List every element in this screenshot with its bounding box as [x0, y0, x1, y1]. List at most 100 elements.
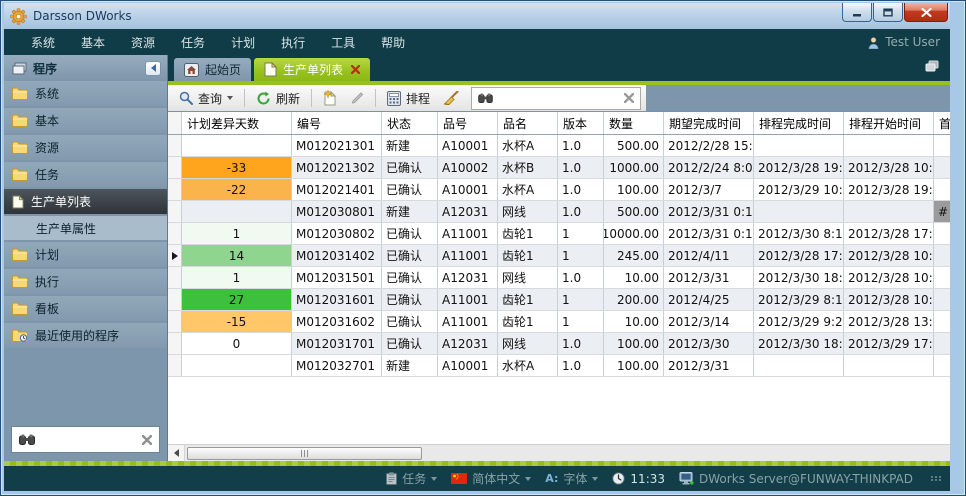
clean-button[interactable]: [439, 89, 463, 108]
row-selector[interactable]: [168, 245, 182, 266]
cell-item-no: A12031: [438, 201, 498, 222]
row-selector[interactable]: [168, 355, 182, 376]
table-row[interactable]: 27M012031601已确认A11001齿轮11200.002012/4/25…: [168, 289, 950, 311]
table-row[interactable]: M012032701新建A10001水杯A1.0100.002012/3/31: [168, 355, 950, 377]
row-selector[interactable]: [168, 267, 182, 288]
table-row[interactable]: 1M012031501已确认A12031网线1.010.002012/3/312…: [168, 267, 950, 289]
sidebar-item-任务[interactable]: 任务: [4, 162, 167, 187]
row-selector[interactable]: [168, 311, 182, 332]
column-header[interactable]: 版本: [558, 112, 604, 134]
cell-order-code: M012031501: [292, 267, 382, 288]
column-header[interactable]: 首: [934, 112, 950, 134]
resize-grip[interactable]: [931, 476, 942, 481]
minimize-button[interactable]: [842, 3, 872, 22]
table-row[interactable]: M012021301新建A10001水杯A1.0500.002012/2/28 …: [168, 135, 950, 157]
menu-item[interactable]: 基本: [68, 29, 118, 55]
row-selector[interactable]: [168, 135, 182, 156]
scroll-left-button[interactable]: [168, 445, 185, 461]
table-row[interactable]: 14M012031402已确认A11001齿轮11245.002012/4/11…: [168, 245, 950, 267]
cell-schedule-start: [844, 135, 934, 156]
table-row[interactable]: -22M012021401已确认A10001水杯A1.0100.002012/3…: [168, 179, 950, 201]
table-row[interactable]: -33M012021302已确认A10002水杯B1.01000.002012/…: [168, 157, 950, 179]
sidebar-item-最近使用的程序[interactable]: 最近使用的程序: [4, 323, 167, 348]
sidebar-item-计划[interactable]: 计划: [4, 242, 167, 267]
cell-status: 已确认: [382, 245, 438, 266]
cell-version: 1: [558, 289, 604, 310]
row-selector[interactable]: [168, 223, 182, 244]
sidebar-items: 系统基本资源任务生产单列表生产单属性计划执行看板最近使用的程序: [4, 81, 167, 350]
cell-quantity: 100.00: [604, 179, 664, 200]
column-header[interactable]: 品名: [498, 112, 558, 134]
column-header[interactable]: 计划差异天数: [182, 112, 292, 134]
sidebar-item-执行[interactable]: 执行: [4, 269, 167, 294]
table-row[interactable]: -15M012031602已确认A11001齿轮1110.002012/3/14…: [168, 311, 950, 333]
menu-item[interactable]: 计划: [218, 29, 268, 55]
menu-item[interactable]: 工具: [318, 29, 368, 55]
sidebar-item-资源[interactable]: 资源: [4, 135, 167, 160]
cell-schedule-finish: 2012/3/28 17:13: [754, 245, 844, 266]
column-header[interactable]: 排程完成时间: [754, 112, 844, 134]
column-header[interactable]: 编号: [292, 112, 382, 134]
cell-extra: [934, 223, 950, 244]
new-button[interactable]: [319, 88, 341, 108]
column-header[interactable]: 期望完成时间: [664, 112, 754, 134]
column-header[interactable]: 状态: [382, 112, 438, 134]
folder-icon: [12, 248, 28, 261]
column-header[interactable]: 数量: [604, 112, 664, 134]
sidebar-item-label: 任务: [35, 166, 59, 183]
cell-item-no: A12031: [438, 267, 498, 288]
status-font[interactable]: A: 字体: [545, 470, 598, 487]
query-button[interactable]: 查询: [175, 88, 237, 109]
tab-home[interactable]: 起始页: [174, 58, 251, 81]
calculator-icon: [387, 91, 401, 106]
window-list-icon[interactable]: [924, 60, 940, 73]
server-icon: [679, 472, 694, 485]
row-selector[interactable]: [168, 333, 182, 354]
menu-item[interactable]: 帮助: [368, 29, 418, 55]
status-language[interactable]: 简体中文: [451, 470, 531, 487]
horizontal-scrollbar[interactable]: [168, 444, 950, 461]
cell-version: 1.0: [558, 267, 604, 288]
user-badge[interactable]: Test User: [867, 35, 940, 49]
sidebar-collapse-button[interactable]: [145, 61, 161, 76]
row-selector[interactable]: [168, 289, 182, 310]
sidebar-search-input[interactable]: [41, 433, 136, 447]
status-task[interactable]: 任务: [386, 470, 437, 487]
edit-button[interactable]: [346, 89, 368, 107]
maximize-button[interactable]: [873, 3, 903, 22]
close-button[interactable]: [904, 3, 948, 22]
menu-item[interactable]: 资源: [118, 29, 168, 55]
document-icon: [264, 62, 277, 77]
cell-item-no: A10001: [438, 355, 498, 376]
table-row[interactable]: 1M012030802已确认A11001齿轮1110000.002012/3/3…: [168, 223, 950, 245]
sidebar-item-基本[interactable]: 基本: [4, 108, 167, 133]
table-row[interactable]: 0M012031701已确认A12031网线1.0100.002012/3/30…: [168, 333, 950, 355]
column-header[interactable]: 品号: [438, 112, 498, 134]
column-header[interactable]: 排程开始时间: [844, 112, 934, 134]
tab-production-order-list[interactable]: 生产单列表: [254, 58, 370, 81]
row-selector[interactable]: [168, 179, 182, 200]
scrollbar-thumb[interactable]: [187, 447, 422, 460]
row-selector[interactable]: [168, 157, 182, 178]
cell-order-code: M012031402: [292, 245, 382, 266]
table-row[interactable]: M012030801新建A12031网线1.0500.002012/3/31 0…: [168, 201, 950, 223]
toolbar-search-clear-icon[interactable]: [624, 93, 634, 103]
menu-item[interactable]: 执行: [268, 29, 318, 55]
cell-version: 1: [558, 223, 604, 244]
menu-item[interactable]: 系统: [18, 29, 68, 55]
cell-schedule-finish: 2012/3/30 18:00: [754, 333, 844, 354]
sidebar-item-生产单列表[interactable]: 生产单列表: [4, 189, 167, 214]
row-selector[interactable]: [168, 201, 182, 222]
sidebar-search-clear-icon[interactable]: [142, 435, 152, 445]
sidebar-item-生产单属性[interactable]: 生产单属性: [4, 216, 167, 240]
sidebar-item-系统[interactable]: 系统: [4, 81, 167, 106]
tab-close-icon[interactable]: [351, 65, 360, 74]
refresh-button[interactable]: 刷新: [252, 88, 304, 109]
status-time: 11:33: [612, 472, 665, 486]
menu-item[interactable]: 任务: [168, 29, 218, 55]
schedule-button[interactable]: 排程: [383, 88, 434, 109]
cell-item-name: 齿轮1: [498, 245, 558, 266]
toolbar-search-input[interactable]: [499, 91, 618, 105]
status-server-label: DWorks Server@FUNWAY-THINKPAD: [699, 472, 913, 486]
sidebar-item-看板[interactable]: 看板: [4, 296, 167, 321]
